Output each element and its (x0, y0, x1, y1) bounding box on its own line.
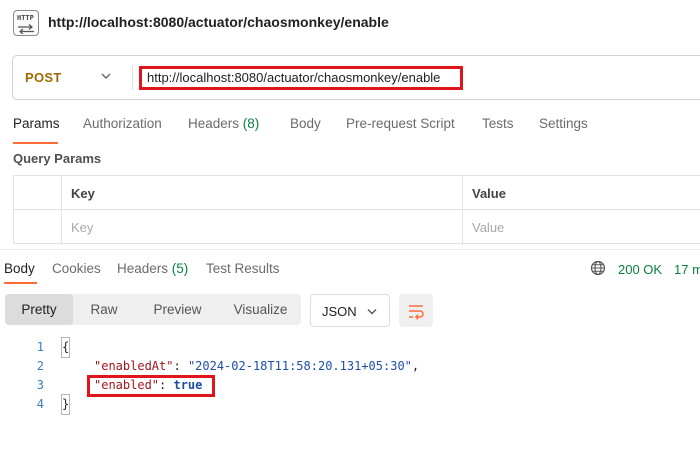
language-select-value: JSON (322, 304, 357, 319)
line-number: 2 (36, 359, 44, 373)
response-tab-cookies[interactable]: Cookies (52, 261, 101, 276)
response-tab-body[interactable]: Body (4, 261, 35, 276)
title-bar: HTTP http://localhost:8080/actuator/chao… (0, 0, 700, 46)
query-params-table: Key Value Key Value (13, 175, 700, 245)
wrap-lines-button[interactable] (399, 294, 433, 327)
column-divider (61, 176, 62, 245)
response-tabs: Body Cookies Headers (5) Test Results 20… (0, 258, 700, 288)
code-line: 4 } (0, 394, 700, 415)
http-request-icon: HTTP (13, 10, 39, 36)
tab-settings[interactable]: Settings (539, 116, 588, 131)
tab-body[interactable]: Body (290, 116, 321, 131)
json-field-enabledAt: "enabledAt": "2024-02-18T11:58:20.131+05… (94, 359, 420, 373)
key-input[interactable]: Key (71, 220, 93, 235)
status-code[interactable]: 200 OK (618, 262, 662, 277)
format-raw[interactable]: Raw (73, 294, 135, 325)
tab-tests[interactable]: Tests (482, 116, 514, 131)
value-input[interactable]: Value (472, 220, 504, 235)
json-close-brace: } (60, 394, 71, 415)
request-title[interactable]: http://localhost:8080/actuator/chaosmonk… (48, 14, 389, 30)
response-tab-headers[interactable]: Headers (5) (117, 261, 188, 276)
divider (132, 66, 133, 90)
tab-authorization[interactable]: Authorization (83, 116, 162, 131)
format-visualize[interactable]: Visualize (220, 294, 301, 325)
query-params-title: Query Params (13, 151, 102, 166)
tab-params[interactable]: Params (13, 116, 60, 131)
column-divider (462, 176, 463, 245)
method-selector[interactable]: POST (25, 70, 62, 85)
highlight-annotation (87, 375, 215, 397)
active-tab-indicator (13, 142, 58, 144)
globe-icon[interactable] (590, 260, 606, 276)
table-row: Key Value (14, 210, 700, 244)
request-tabs: Params Authorization Headers (8) Body Pr… (0, 112, 700, 144)
line-number: 1 (36, 340, 44, 354)
response-tab-test-results[interactable]: Test Results (206, 261, 280, 276)
chevron-down-icon (367, 309, 377, 315)
url-input[interactable]: http://localhost:8080/actuator/chaosmonk… (139, 66, 463, 90)
code-line: 1 { (0, 337, 700, 358)
tab-pre-request-script[interactable]: Pre-request Script (346, 116, 455, 131)
column-header-key: Key (71, 186, 95, 201)
request-bar: POST http://localhost:8080/actuator/chao… (12, 55, 700, 100)
format-preview[interactable]: Preview (135, 294, 220, 325)
format-pretty[interactable]: Pretty (5, 294, 73, 325)
tab-headers[interactable]: Headers (8) (188, 116, 259, 131)
wrap-lines-icon (409, 305, 424, 320)
line-number: 4 (36, 397, 44, 411)
line-number: 3 (36, 378, 44, 392)
column-header-value: Value (472, 186, 506, 201)
active-tab-indicator (4, 282, 37, 284)
table-header-row: Key Value (14, 176, 700, 210)
json-open-brace: { (60, 337, 71, 358)
code-line: 2 "enabledAt": "2024-02-18T11:58:20.131+… (0, 357, 700, 376)
chevron-down-icon[interactable] (100, 70, 112, 82)
language-select[interactable]: JSON (310, 294, 390, 327)
pane-divider[interactable] (0, 249, 700, 250)
response-time[interactable]: 17 m (674, 262, 700, 277)
format-segmented-control: Pretty Raw Preview Visualize (5, 294, 301, 325)
